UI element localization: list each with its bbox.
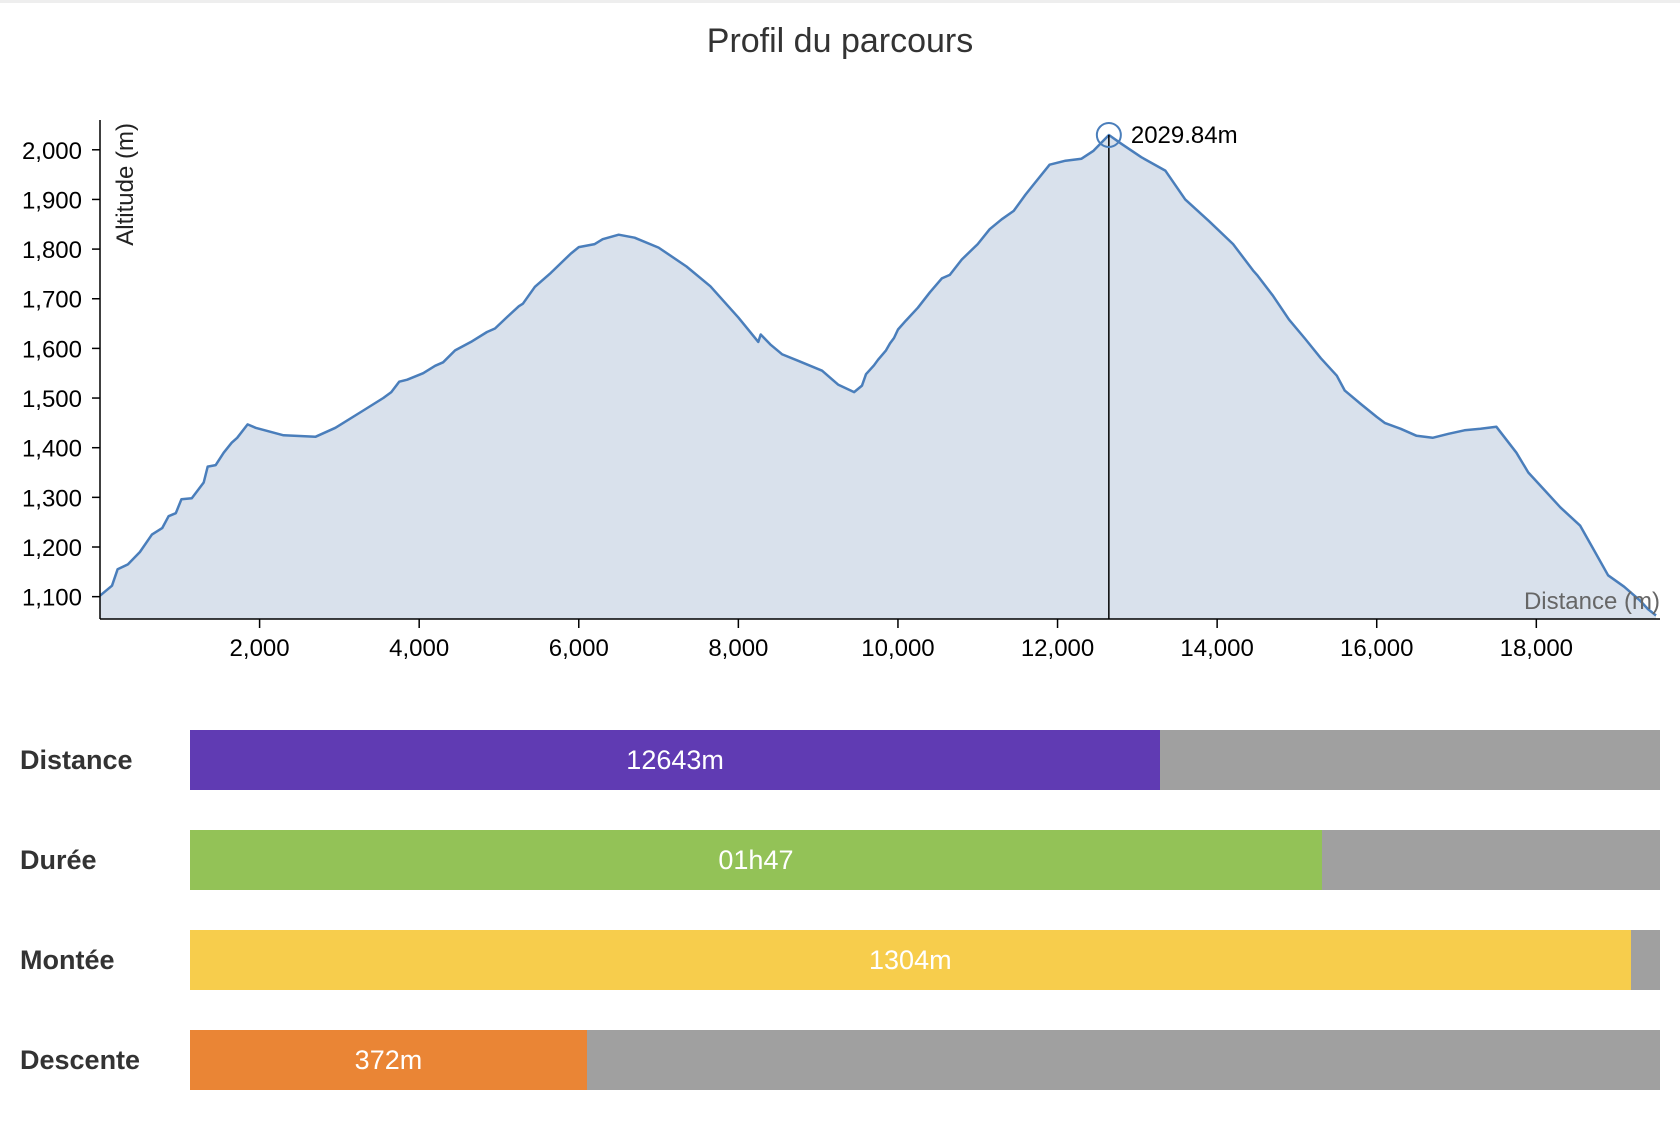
x-tick-label: 12,000 bbox=[1021, 635, 1094, 662]
y-tick-label: 1,400 bbox=[22, 436, 82, 463]
x-tick-label: 6,000 bbox=[549, 635, 609, 662]
y-tick-label: 1,200 bbox=[22, 535, 82, 562]
y-axis-label: Altitude (m) bbox=[112, 123, 139, 246]
elevation-profile-chart: Profil du parcours 1,1001,2001,3001,4001… bbox=[22, 22, 1660, 662]
stat-value-ascent: 1304m bbox=[869, 945, 952, 975]
y-tick-label: 1,300 bbox=[22, 485, 82, 512]
y-tick-label: 1,800 bbox=[22, 237, 82, 264]
y-tick-label: 1,600 bbox=[22, 336, 82, 363]
stat-label-duration: Durée bbox=[20, 845, 97, 875]
stat-label-ascent: Montée bbox=[20, 945, 115, 975]
y-tick-label: 1,900 bbox=[22, 187, 82, 214]
stat-track-duration: 01h47 bbox=[190, 830, 1660, 890]
stat-row-ascent: Montée 1304m bbox=[0, 930, 1680, 990]
stat-track-descent: 372m bbox=[190, 1030, 1660, 1090]
peak-marker-label: 2029.84m bbox=[1131, 122, 1238, 149]
x-tick-label: 4,000 bbox=[389, 635, 449, 662]
x-tick-label: 16,000 bbox=[1340, 635, 1413, 662]
stat-value-distance: 12643m bbox=[626, 745, 724, 775]
x-tick-label: 10,000 bbox=[861, 635, 934, 662]
y-tick-label: 1,100 bbox=[22, 585, 82, 612]
chart-title: Profil du parcours bbox=[707, 22, 973, 60]
elevation-area bbox=[100, 135, 1656, 619]
stat-track-ascent: 1304m bbox=[190, 930, 1660, 990]
stat-row-descent: Descente 372m bbox=[0, 1030, 1680, 1090]
x-tick-label: 14,000 bbox=[1180, 635, 1253, 662]
y-tick-label: 1,700 bbox=[22, 287, 82, 314]
plot-area: 1,100 1,200 1,300 1,400 1,500 1,600 1,700 1,800… bbox=[22, 120, 1660, 662]
stat-track-distance: 12643m bbox=[190, 730, 1660, 790]
x-tick-label: 18,000 bbox=[1500, 635, 1573, 662]
stat-value-duration: 01h47 bbox=[718, 845, 794, 875]
stat-label-distance: Distance bbox=[20, 745, 133, 775]
x-tick-label: 8,000 bbox=[708, 635, 768, 662]
y-tick-label: 2,000 bbox=[22, 138, 82, 165]
stat-row-distance: Distance 12643m bbox=[0, 730, 1680, 790]
x-tick-label: 2,000 bbox=[230, 635, 290, 662]
stat-value-descent: 372m bbox=[354, 1045, 423, 1075]
x-axis-label: Distance (m) bbox=[1524, 588, 1660, 615]
stat-row-duration: Durée 01h47 bbox=[0, 830, 1680, 890]
y-tick-label: 1,500 bbox=[22, 386, 82, 413]
stat-label-descent: Descente bbox=[20, 1045, 141, 1075]
